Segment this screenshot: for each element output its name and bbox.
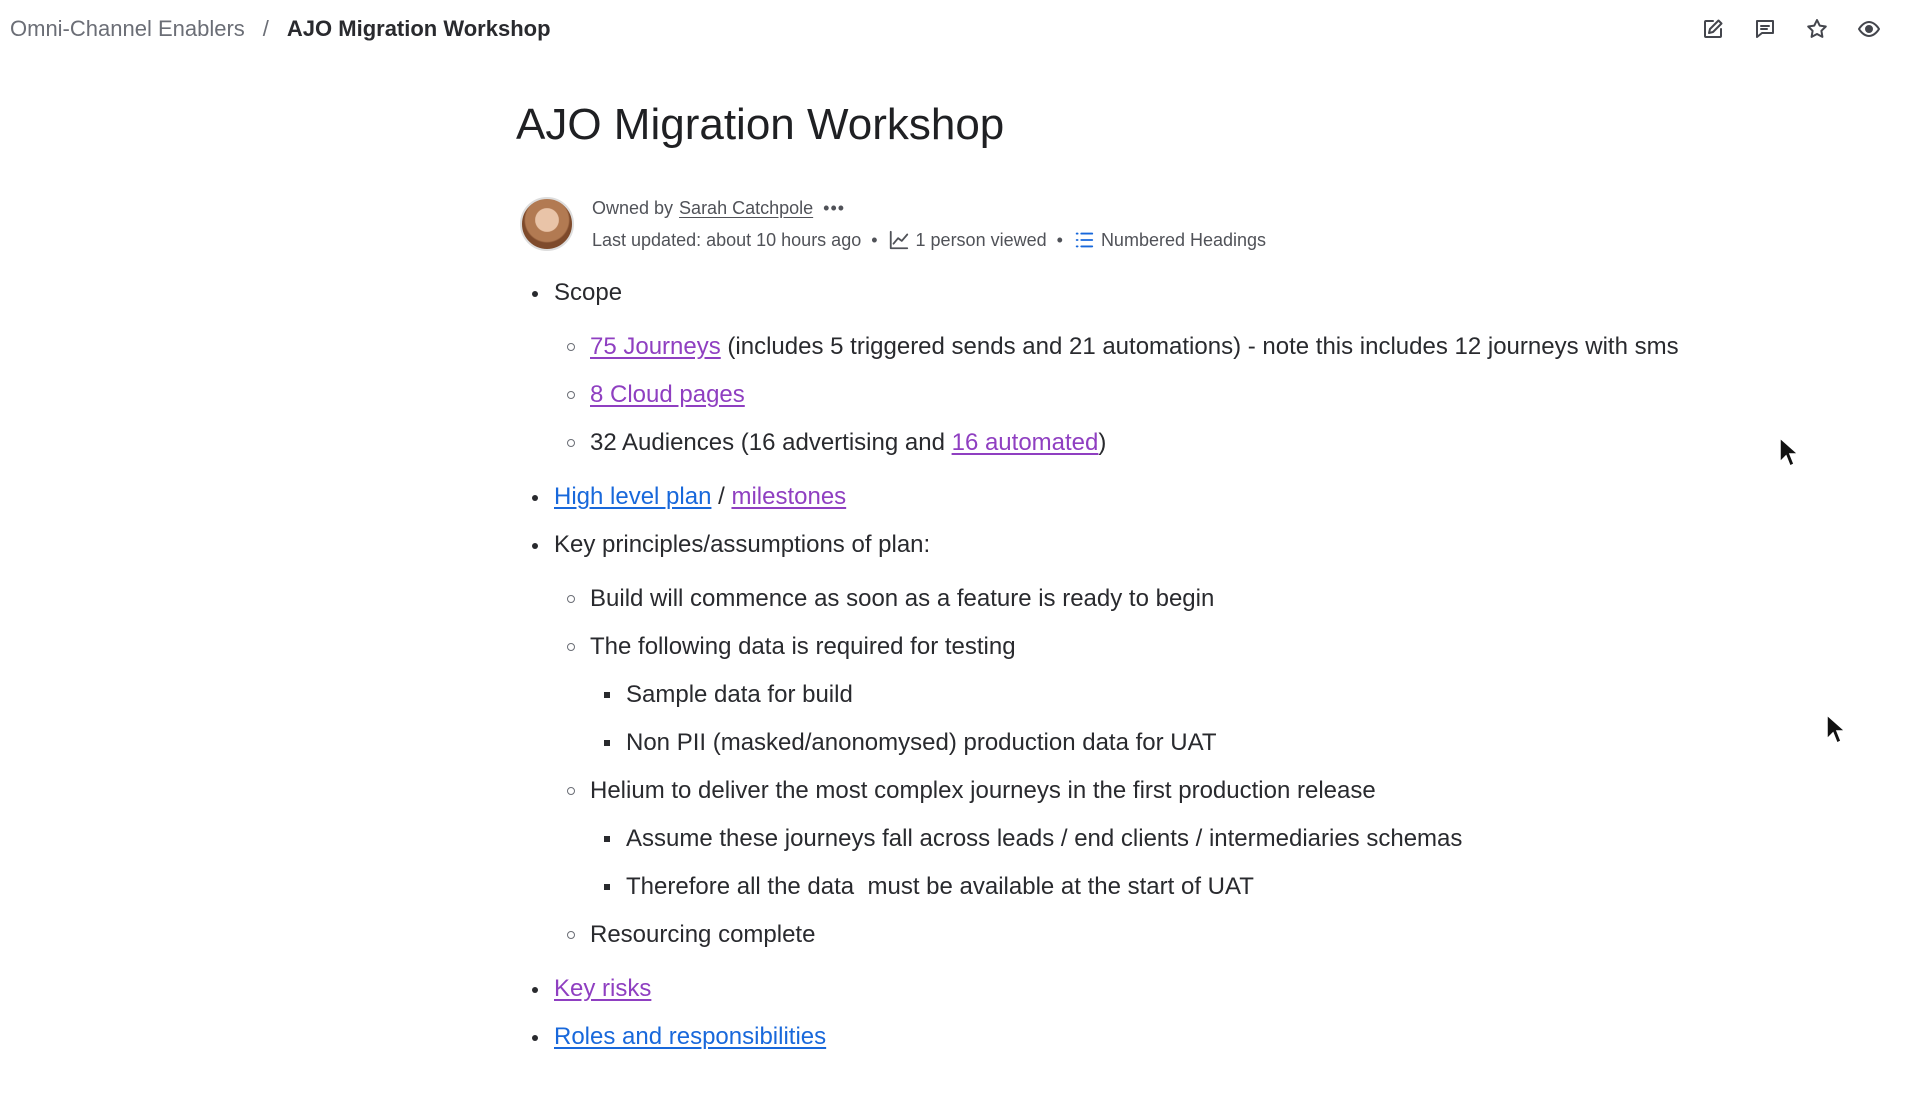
list-item-assume: Assume these journeys fall across leads … <box>590 818 1700 860</box>
star-icon[interactable] <box>1804 16 1830 42</box>
breadcrumb-separator: / <box>262 16 269 41</box>
therefore-text: Therefore all the data must be available… <box>626 873 1254 900</box>
sample-data-text: Sample data for build <box>626 681 853 708</box>
list-item-data-required: The following data is required for testi… <box>554 626 1700 764</box>
byline: Owned by Sarah Catchpole ••• Last update… <box>520 192 1266 256</box>
owner-row: Owned by Sarah Catchpole ••• <box>592 192 1266 224</box>
list-item-audiences: 32 Audiences (16 advertising and 16 auto… <box>554 422 1700 464</box>
mouse-cursor-icon <box>1779 436 1800 468</box>
build-text: Build will commence as soon as a feature… <box>590 585 1215 612</box>
helium-text: Helium to deliver the most complex journ… <box>590 777 1376 804</box>
list-item-build: Build will commence as soon as a feature… <box>554 578 1700 620</box>
automated-link[interactable]: 16 automated <box>952 429 1099 456</box>
list-item-helium: Helium to deliver the most complex journ… <box>554 770 1700 908</box>
breadcrumb-parent-link[interactable]: Omni-Channel Enablers <box>10 16 245 42</box>
page-content: Scope 75 Journeys (includes 5 triggered … <box>520 278 1700 1070</box>
helium-sublist: Assume these journeys fall across leads … <box>590 818 1700 908</box>
principles-label: Key principles/assumptions of plan: <box>554 531 931 558</box>
scope-sublist: 75 Journeys (includes 5 triggered sends … <box>554 326 1700 464</box>
cloud-pages-link[interactable]: 8 Cloud pages <box>590 381 745 408</box>
list-item-roles: Roles and responsibilities <box>520 1022 1700 1052</box>
page-actions <box>1700 16 1882 42</box>
list-item-key-risks: Key risks <box>520 974 1700 1004</box>
key-risks-link[interactable]: Key risks <box>554 975 651 1002</box>
principles-sublist: Build will commence as soon as a feature… <box>554 578 1700 956</box>
list-item-resourcing: Resourcing complete <box>554 914 1700 956</box>
assume-text: Assume these journeys fall across leads … <box>626 825 1463 852</box>
owner-avatar[interactable] <box>520 197 574 251</box>
list-item-sample-data: Sample data for build <box>590 674 1700 716</box>
edit-icon[interactable] <box>1700 16 1726 42</box>
comment-icon[interactable] <box>1752 16 1778 42</box>
list-item-journeys: 75 Journeys (includes 5 triggered sends … <box>554 326 1700 368</box>
list-item-non-pii: Non PII (masked/anonomysed) production d… <box>590 722 1700 764</box>
plan-separator: / <box>718 483 725 510</box>
content-list: Scope 75 Journeys (includes 5 triggered … <box>520 278 1700 1052</box>
list-item-therefore: Therefore all the data must be available… <box>590 866 1700 908</box>
breadcrumb-current: AJO Migration Workshop <box>286 16 551 41</box>
journeys-link[interactable]: 75 Journeys <box>590 333 721 360</box>
analytics-icon <box>888 229 910 251</box>
numbered-list-icon <box>1073 229 1095 251</box>
owned-by-label: Owned by <box>592 198 674 218</box>
data-required-text: The following data is required for testi… <box>590 633 1016 660</box>
milestones-link[interactable]: milestones <box>731 483 846 510</box>
numbered-headings[interactable]: Numbered Headings <box>1101 224 1266 256</box>
mouse-cursor-icon <box>1826 713 1847 745</box>
non-pii-text: Non PII (masked/anonomysed) production d… <box>626 729 1217 756</box>
data-sublist: Sample data for build Non PII (masked/an… <box>590 674 1700 764</box>
more-actions-icon[interactable]: ••• <box>823 192 845 224</box>
watch-icon[interactable] <box>1856 16 1882 42</box>
views-count[interactable]: 1 person viewed <box>916 224 1047 256</box>
owner-link[interactable]: Sarah Catchpole <box>679 192 813 224</box>
audiences-close: ) <box>1098 429 1107 456</box>
meta-row: Last updated: about 10 hours ago • 1 per… <box>592 224 1266 256</box>
audiences-text: 32 Audiences (16 advertising and <box>590 429 952 456</box>
separator-dot: • <box>871 230 878 250</box>
list-item-scope: Scope 75 Journeys (includes 5 triggered … <box>520 278 1700 464</box>
resourcing-text: Resourcing complete <box>590 921 816 948</box>
page-title: AJO Migration Workshop <box>516 100 1005 149</box>
list-item-cloud-pages: 8 Cloud pages <box>554 374 1700 416</box>
high-level-plan-link[interactable]: High level plan <box>554 483 711 510</box>
journeys-text: (includes 5 triggered sends and 21 autom… <box>727 333 1679 360</box>
last-updated: Last updated: about 10 hours ago <box>592 230 862 250</box>
list-item-plan: High level plan / milestones <box>520 482 1700 512</box>
separator-dot: • <box>1056 230 1063 250</box>
scope-label: Scope <box>554 279 623 306</box>
roles-link[interactable]: Roles and responsibilities <box>554 1023 826 1050</box>
breadcrumb: Omni-Channel Enablers / AJO Migration Wo… <box>10 16 551 42</box>
list-item-principles: Key principles/assumptions of plan: Buil… <box>520 530 1700 956</box>
byline-meta: Owned by Sarah Catchpole ••• Last update… <box>592 192 1266 256</box>
